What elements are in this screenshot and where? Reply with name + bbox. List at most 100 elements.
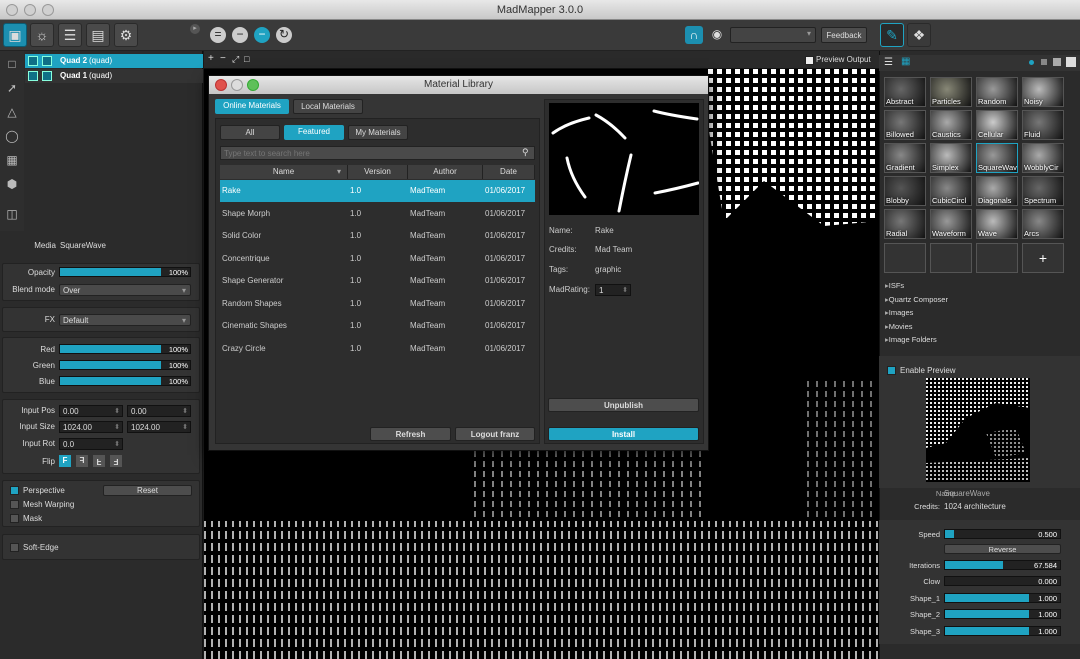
search-input[interactable] [220, 146, 535, 160]
mesh-warping-checkbox[interactable] [10, 500, 19, 509]
empty-slot[interactable] [930, 243, 972, 273]
stop-button[interactable]: − [232, 27, 248, 43]
close-window-button[interactable] [6, 4, 18, 16]
medium-grid-icon[interactable] [1053, 58, 1061, 66]
mask-checkbox[interactable] [10, 514, 19, 523]
red-slider[interactable]: 100% [59, 344, 191, 354]
param-slider[interactable]: 0.500 [944, 529, 1061, 539]
material-tile[interactable]: Particles [930, 77, 972, 107]
flip-horizontal-icon[interactable]: F [76, 455, 88, 467]
material-tile[interactable]: Cellular [976, 110, 1018, 140]
param-slider[interactable]: 1.000 [944, 609, 1061, 619]
material-tile[interactable]: Gradient [884, 143, 926, 173]
collapse-arrow-icon[interactable]: ▸ [190, 24, 200, 34]
green-slider[interactable]: 100% [59, 360, 191, 370]
material-tile[interactable]: Arcs [1022, 209, 1064, 239]
blue-slider[interactable]: 100% [59, 376, 191, 386]
eye-icon[interactable]: ◉ [708, 27, 726, 43]
circle-tool-icon[interactable]: ◯ [5, 129, 19, 143]
flip-none-icon[interactable]: F [59, 455, 71, 467]
material-tile[interactable]: Radial [884, 209, 926, 239]
reset-button[interactable]: Reset [103, 485, 192, 496]
feedback-button[interactable]: Feedback [821, 27, 867, 43]
zoom-in-icon[interactable]: + [208, 53, 214, 64]
dialog-close-button[interactable] [215, 79, 227, 91]
folder-item[interactable]: Image Folders [885, 335, 937, 344]
folder-item[interactable]: Quartz Composer [885, 295, 948, 304]
folder-item[interactable]: Images [885, 308, 914, 317]
table-row[interactable]: Rake 1.0 MadTeam 01/06/2017 [220, 180, 535, 202]
add-folder-icon[interactable]: ◫ [5, 207, 19, 221]
tab-online-materials[interactable]: Online Materials [215, 99, 289, 114]
flip-both-icon[interactable]: F [110, 455, 122, 467]
logout-button[interactable]: Logout franz [455, 427, 535, 441]
refresh-button[interactable]: ↻ [276, 27, 292, 43]
dot-icon[interactable] [1029, 60, 1034, 65]
empty-slot[interactable] [976, 243, 1018, 273]
material-tile[interactable]: Abstract [884, 77, 926, 107]
table-row[interactable]: Shape Morph 1.0 MadTeam 01/06/2017 [220, 203, 535, 225]
minus-active-button[interactable]: − [254, 27, 270, 43]
projector-icon[interactable]: ▤ [86, 23, 110, 47]
cubes-icon[interactable]: ❖ [907, 23, 931, 47]
list-view-icon[interactable]: ☰ [884, 57, 893, 68]
magnet-icon[interactable]: ∩ [685, 26, 703, 44]
col-name-header[interactable]: Name ▾ [220, 165, 348, 179]
col-author-header[interactable]: Author [408, 165, 483, 179]
cube-tool-icon[interactable]: ⬢ [5, 177, 19, 191]
filter-featured[interactable]: Featured [284, 125, 344, 140]
output-select[interactable] [730, 27, 816, 43]
list-icon[interactable]: ☰ [58, 23, 82, 47]
blend-mode-select[interactable]: Over [59, 284, 191, 296]
input-size-h[interactable]: 1024.00 [127, 421, 191, 433]
material-tile[interactable]: Waveform [930, 209, 972, 239]
table-row[interactable]: Solid Color 1.0 MadTeam 01/06/2017 [220, 225, 535, 247]
visibility-checkbox[interactable] [28, 56, 38, 66]
minimize-window-button[interactable] [24, 4, 36, 16]
fit-icon[interactable]: ⤢ [232, 54, 239, 65]
fullscreen-icon[interactable]: □ [244, 54, 249, 64]
media-value[interactable]: SquareWave [60, 241, 106, 250]
material-tile[interactable]: Random [976, 77, 1018, 107]
material-tile[interactable]: Spectrum [1022, 176, 1064, 206]
pause-button[interactable]: = [210, 27, 226, 43]
col-version-header[interactable]: Version [348, 165, 408, 179]
surface-mode-icon[interactable]: ▣ [3, 23, 27, 47]
perspective-checkbox[interactable] [10, 486, 19, 495]
line-tool-icon[interactable]: ➚ [5, 81, 19, 95]
material-tile[interactable]: Blobby [884, 176, 926, 206]
enable-preview-checkbox[interactable] [887, 366, 896, 375]
param-slider[interactable]: 1.000 [944, 626, 1061, 636]
image-view-icon[interactable]: ▦ [901, 56, 910, 67]
material-tile[interactable]: Billowed [884, 110, 926, 140]
material-tile[interactable]: Noisy [1022, 77, 1064, 107]
filter-my-materials[interactable]: My Materials [348, 125, 408, 140]
large-grid-icon[interactable] [1066, 57, 1076, 67]
tab-local-materials[interactable]: Local Materials [293, 99, 363, 114]
refresh-button[interactable]: Refresh [370, 427, 451, 441]
reverse-button[interactable]: Reverse [944, 544, 1061, 554]
zoom-window-button[interactable] [42, 4, 54, 16]
empty-slot[interactable] [884, 243, 926, 273]
lightbulb-icon[interactable]: ☼ [30, 23, 54, 47]
soft-edge-checkbox[interactable] [10, 543, 19, 552]
folder-item[interactable]: ISFs [885, 281, 904, 290]
param-slider[interactable]: 0.000 [944, 576, 1061, 586]
rating-stepper[interactable]: 1 [595, 284, 631, 296]
fx-select[interactable]: Default [59, 314, 191, 326]
select-tool-icon[interactable]: □ [5, 57, 19, 71]
filter-all[interactable]: All [220, 125, 280, 140]
dialog-zoom-button[interactable] [247, 79, 259, 91]
opacity-slider[interactable]: 100% [59, 267, 191, 277]
small-grid-icon[interactable] [1041, 59, 1047, 65]
material-tile[interactable]: SquareWav [976, 143, 1018, 173]
lock-checkbox[interactable] [42, 71, 52, 81]
material-tile[interactable]: Diagonals [976, 176, 1018, 206]
material-tile[interactable]: Fluid [1022, 110, 1064, 140]
material-tile[interactable]: Wave [976, 209, 1018, 239]
table-row[interactable]: Random Shapes 1.0 MadTeam 01/06/2017 [220, 293, 535, 315]
table-row[interactable]: Crazy Circle 1.0 MadTeam 01/06/2017 [220, 338, 535, 360]
table-row[interactable]: Shape Generator 1.0 MadTeam 01/06/2017 [220, 270, 535, 292]
col-date-header[interactable]: Date [483, 165, 535, 179]
quad-row-1[interactable]: Quad 1 (quad) [25, 69, 203, 83]
